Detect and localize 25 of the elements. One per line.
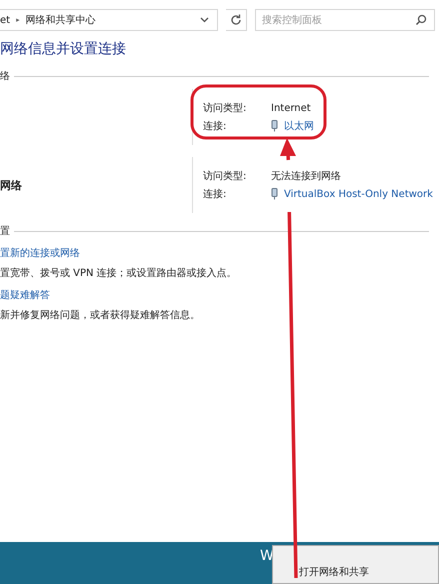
network-adapter-icon [271, 120, 278, 132]
task-description: 置宽带、拨号或 VPN 连接；或设置路由器或接入点。 [0, 266, 238, 280]
field-label: 连接: [203, 188, 228, 201]
network-name: 网络 [0, 178, 22, 192]
section-title: 络 [0, 70, 10, 83]
field-label: 访问类型: [203, 102, 248, 115]
task-description: 新并修复网络问题，或者获得疑难解答信息。 [0, 308, 201, 322]
location-text[interactable]: 网络和共享中心 [26, 13, 96, 27]
network-adapter-icon [271, 188, 278, 200]
refresh-icon[interactable] [226, 9, 247, 31]
path-text: et [0, 14, 10, 26]
connection-link[interactable]: 以太网 [284, 119, 314, 133]
page-heading: 网络信息并设置连接 [0, 40, 127, 59]
access-type-value: 无法连接到网络 [271, 170, 341, 183]
menu-item[interactable]: 打开网络和共享 [299, 565, 369, 579]
field-label: 访问类型: [203, 170, 248, 183]
field-label: 连接: [203, 120, 228, 133]
section-title: 置 [0, 224, 10, 238]
dropdown-icon[interactable] [200, 17, 209, 23]
task-link[interactable]: 置新的连接或网络 [0, 246, 80, 260]
access-type-value: Internet [271, 102, 311, 114]
connection-link[interactable]: VirtualBox Host-Only Network [284, 188, 433, 200]
task-link[interactable]: 题疑难解答 [0, 288, 50, 302]
search-icon [415, 14, 427, 26]
search-field[interactable]: 搜索控制面板 [255, 9, 435, 31]
